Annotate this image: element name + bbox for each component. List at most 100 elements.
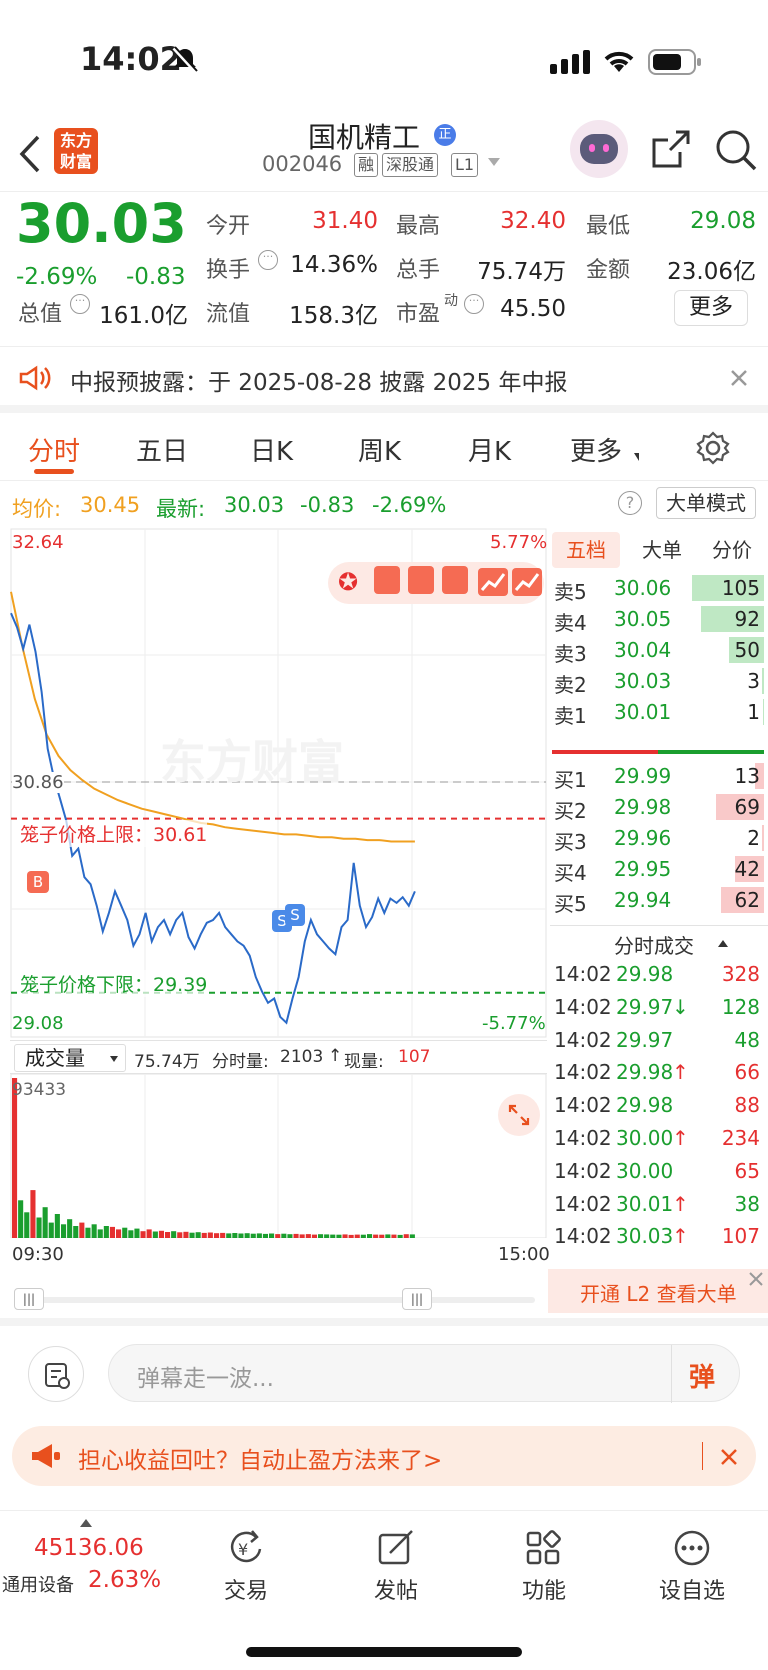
- tick-price: 30.03: [616, 1224, 674, 1249]
- nav-functions[interactable]: 功能: [484, 1529, 604, 1605]
- volume-bar: [299, 1234, 305, 1238]
- tab-big-orders[interactable]: 大单: [632, 532, 692, 568]
- share-icon[interactable]: [650, 128, 692, 170]
- volume-bar: [342, 1234, 348, 1238]
- volume-total: 75.74万: [134, 1052, 200, 1072]
- intraday-chart[interactable]: 东方财富 32.64 30.86 29.08 5.77% -5.77% 笼子价格…: [10, 528, 550, 1268]
- help-icon[interactable]: ?: [618, 491, 642, 515]
- slider-right-handle[interactable]: |||: [402, 1288, 432, 1310]
- tab-five-day[interactable]: 五日: [136, 431, 188, 468]
- pct-high-label: 5.77%: [490, 532, 548, 553]
- gear-icon[interactable]: [696, 431, 730, 465]
- volume-max-label: 93433: [12, 1080, 67, 1100]
- promo-banner[interactable]: 担心收益回吐？自动止盈方法来了>: [12, 1426, 756, 1486]
- tag-connect: 深股通: [382, 153, 439, 177]
- time-range-slider[interactable]: ||| |||: [10, 1288, 547, 1310]
- caret-up-icon[interactable]: [80, 1519, 92, 1527]
- tag-margin: 融: [354, 153, 379, 177]
- index-value[interactable]: 45136.06: [34, 1535, 144, 1561]
- comment-list-button[interactable]: [28, 1346, 84, 1402]
- volume-bar: [262, 1233, 268, 1238]
- tick-volume: 48: [734, 1027, 760, 1052]
- tab-more[interactable]: 更多: [570, 431, 622, 468]
- ask-row[interactable]: 卖1 30.01 1: [550, 696, 764, 728]
- bid-volume: 69: [734, 795, 760, 819]
- close-icon[interactable]: [730, 369, 748, 387]
- latest-change: -0.83: [300, 493, 355, 517]
- tick-volume: 234: [721, 1126, 760, 1150]
- ask-levels: 卖5 30.06 105 卖4 30.05 92 卖3 30.04 50 卖2 30.03 3 卖1 30…: [550, 572, 768, 737]
- volume-bar: [385, 1234, 391, 1238]
- danmu-placeholder: 弹幕走一波...: [137, 1366, 274, 1392]
- caret-up-icon[interactable]: [718, 940, 728, 947]
- chevron-down-icon[interactable]: [488, 158, 500, 166]
- back-icon[interactable]: [18, 134, 42, 174]
- arrow-up-icon: ↑: [672, 1060, 689, 1085]
- tick-time: 14:02: [554, 1027, 612, 1052]
- tab-daily-k[interactable]: 日K: [250, 431, 293, 468]
- volume-bar: [397, 1234, 403, 1238]
- slider-left-handle[interactable]: |||: [14, 1288, 44, 1310]
- tick-time: 14:02: [554, 1158, 612, 1183]
- volume-bar: [61, 1224, 67, 1238]
- tick-price: 29.97: [616, 994, 674, 1019]
- ask-row[interactable]: 卖2 30.03 3: [550, 665, 764, 697]
- danmu-send-button[interactable]: 弹: [689, 1357, 715, 1394]
- tab-five-levels[interactable]: 五档: [552, 532, 620, 568]
- chart-info-bar: 均价: 30.45 最新: 30.03 -0.83 -2.69% ? 大单模式: [0, 481, 768, 525]
- ask-row[interactable]: 卖4 30.05 92: [550, 603, 764, 635]
- nav-trade[interactable]: ¥ 交易: [186, 1529, 306, 1605]
- tab-weekly-k[interactable]: 周K: [358, 431, 401, 468]
- l2-banner[interactable]: 开通 L2 查看大单: [548, 1269, 768, 1313]
- buy-marker[interactable]: B: [27, 871, 49, 893]
- volume-selector-label: 成交量: [25, 1046, 85, 1070]
- y-mid-label: 30.86: [12, 772, 64, 793]
- info-icon[interactable]: ···: [464, 294, 484, 314]
- bid-row[interactable]: 买2 29.98 69: [550, 791, 764, 823]
- ask-volume: 3: [747, 669, 760, 693]
- volume-bar: [336, 1234, 342, 1238]
- status-bar: 14:02: [0, 0, 768, 110]
- tab-monthly-k[interactable]: 月K: [468, 431, 511, 468]
- activity-strip[interactable]: ✪: [328, 562, 544, 604]
- search-icon[interactable]: [714, 128, 758, 172]
- info-icon[interactable]: ···: [258, 250, 278, 270]
- bid-row[interactable]: 买5 29.94 62: [550, 884, 764, 916]
- bid-row[interactable]: 买1 29.99 13: [550, 760, 764, 792]
- assistant-avatar[interactable]: [570, 120, 628, 178]
- tick-time: 14:02: [554, 962, 612, 986]
- volume-bar: [109, 1226, 115, 1238]
- open-value: 31.40: [312, 208, 378, 234]
- volume-chart-svg[interactable]: [10, 1074, 547, 1238]
- bid-row[interactable]: 买4 29.95 42: [550, 853, 764, 885]
- nav-post[interactable]: 发帖: [336, 1529, 456, 1605]
- tab-intraday[interactable]: 分时: [28, 431, 80, 468]
- ask-row[interactable]: 卖3 30.04 50: [550, 634, 764, 666]
- ask-bid-ratio-green: [658, 750, 764, 754]
- volume-bar: [183, 1231, 189, 1238]
- high-value: 32.40: [500, 208, 566, 234]
- expand-button[interactable]: [498, 1094, 540, 1136]
- big-order-mode-button[interactable]: 大单模式: [656, 487, 756, 519]
- ask-label: 卖1: [554, 704, 587, 728]
- close-icon[interactable]: [748, 1271, 764, 1287]
- bid-volume: 2: [747, 826, 760, 850]
- notice-bar[interactable]: 中报预披露：于 2025-08-28 披露 2025 年中报: [0, 347, 768, 413]
- bid-price: 29.98: [614, 795, 672, 819]
- more-button[interactable]: 更多: [674, 290, 748, 326]
- bid-row[interactable]: 买3 29.96 2: [550, 822, 764, 854]
- close-icon[interactable]: [720, 1448, 738, 1466]
- sell-marker[interactable]: S: [285, 904, 305, 926]
- price-chart-svg[interactable]: 东方财富: [10, 528, 547, 1038]
- volume-bar: [330, 1234, 336, 1238]
- speaker-icon: [19, 365, 51, 391]
- tab-price-levels[interactable]: 分价: [700, 532, 764, 568]
- divider: [671, 1345, 672, 1403]
- svg-text:¥: ¥: [238, 1540, 248, 1559]
- bid-label: 买4: [554, 861, 587, 885]
- danmu-input[interactable]: 弹幕走一波... 弹: [108, 1344, 740, 1403]
- ask-row[interactable]: 卖5 30.06 105: [550, 572, 764, 604]
- nav-add-watchlist[interactable]: 设自选: [632, 1529, 752, 1605]
- volume-bar: [177, 1232, 183, 1238]
- info-icon[interactable]: ···: [70, 294, 90, 314]
